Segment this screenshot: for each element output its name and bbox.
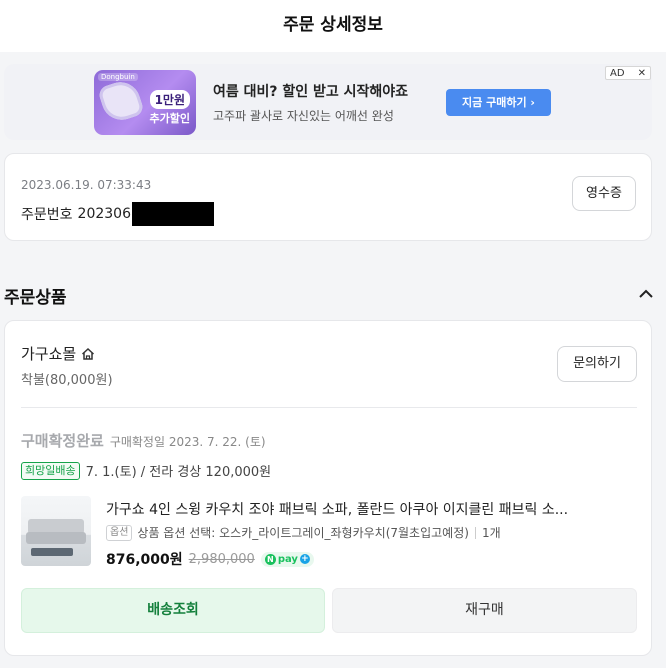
chevron-up-icon[interactable] — [636, 284, 656, 304]
quantity: 1개 — [481, 526, 501, 540]
sale-price: 876,000원 — [106, 552, 183, 568]
product-option-row: 옵션 상품 옵션 선택: 오스카_라이트그레이_좌형카우치(7월초입고예정) 1… — [106, 524, 501, 541]
order-date: 2023.06.19. 07:33:43 — [21, 178, 152, 192]
shipping-fee: 착불(80,000원) — [21, 373, 113, 388]
option-text: 상품 옵션 선택: 오스카_라이트그레이_좌형카우치(7월초입고예정) — [137, 526, 469, 540]
option-separator — [474, 526, 476, 539]
ad-thumbnail[interactable]: Dongbuin 1만원 추가할인 — [94, 70, 196, 135]
ad-description: 고주파 괄사로 자신있는 어깨선 완성 — [213, 109, 394, 123]
order-number-label: 주문번호 — [21, 207, 73, 223]
page-title: 주문 상세정보 — [283, 15, 383, 35]
order-info-card: 2023.06.19. 07:33:43 주문번호 202306 영수증 — [4, 153, 652, 241]
ad-buy-now-button[interactable]: 지금 구매하기 › — [446, 89, 551, 116]
inquiry-button[interactable]: 문의하기 — [557, 346, 637, 382]
reorder-button[interactable]: 재구매 — [332, 588, 637, 633]
ad-thumb-promo-amount: 1만원 — [149, 90, 190, 109]
purchase-status: 구매확정완료 — [21, 432, 104, 450]
order-number-prefix: 202306 — [77, 206, 131, 222]
scheduled-delivery-badge: 희망일배송 — [21, 461, 80, 480]
ad-title[interactable]: 여름 대비? 할인 받고 시작해야죠 — [213, 81, 408, 101]
purchase-status-row: 구매확정완료 구매확정일 2023. 7. 22. (토) — [21, 430, 266, 451]
ad-banner[interactable]: Dongbuin 1만원 추가할인 여름 대비? 할인 받고 시작해야죠 고주파… — [4, 64, 652, 140]
sofa-seat-shape — [26, 532, 86, 544]
divider — [21, 407, 637, 408]
order-number-row: 주문번호 202306 — [21, 202, 214, 226]
seller-name-row[interactable]: 가구쇼몰 — [21, 343, 96, 364]
order-product-card: 가구쇼몰 착불(80,000원) 문의하기 구매확정완료 구매확정일 2023.… — [4, 320, 652, 656]
order-number-redacted — [131, 202, 214, 226]
npay-plus-badge: N pay + — [260, 551, 314, 567]
ad-thumb-brand: Dongbuin — [98, 73, 138, 81]
massager-device-image — [97, 77, 145, 125]
home-icon[interactable] — [80, 346, 96, 362]
receipt-button[interactable]: 영수증 — [572, 176, 636, 211]
ordered-products-heading: 주문상품 — [4, 288, 67, 308]
purchase-confirm-date: 구매확정일 2023. 7. 22. (토) — [109, 435, 266, 449]
product-name[interactable]: 가구쇼 4인 스윙 카우치 조야 패브릭 소파, 폴란드 아쿠아 이지클린 패브… — [106, 499, 568, 519]
price-row: 876,000원 2,980,000 N pay + — [106, 549, 314, 569]
delivery-info: 7. 1.(토) / 전라 경상 120,000원 — [85, 465, 272, 480]
close-icon[interactable]: ✕ — [638, 68, 646, 79]
option-tag: 옵션 — [106, 524, 133, 541]
npay-text: pay — [277, 553, 298, 565]
plus-icon: + — [299, 554, 310, 564]
delivery-row: 희망일배송 7. 1.(토) / 전라 경상 120,000원 — [21, 461, 271, 480]
top-header: 주문 상세정보 — [0, 0, 666, 52]
ad-thumb-promo-text: 추가할인 — [149, 112, 190, 125]
ad-badge[interactable]: AD ✕ — [605, 66, 651, 80]
rug-shape — [31, 548, 73, 556]
npay-n-icon: N — [264, 553, 276, 565]
ad-label: AD — [610, 67, 625, 79]
seller-name[interactable]: 가구쇼몰 — [21, 343, 76, 364]
product-thumbnail[interactable] — [21, 496, 91, 566]
track-delivery-button[interactable]: 배송조회 — [21, 588, 325, 633]
original-price: 2,980,000 — [188, 551, 255, 567]
